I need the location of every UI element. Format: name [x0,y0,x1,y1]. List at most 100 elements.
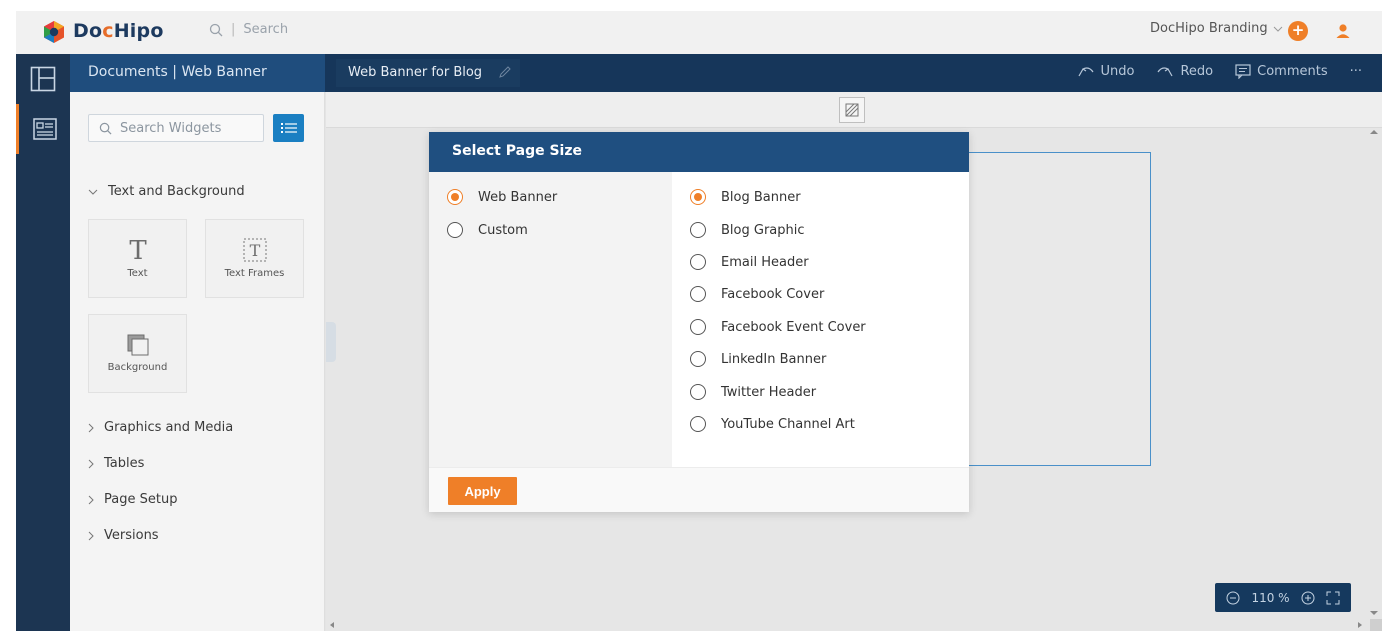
layout-panel-button[interactable] [16,54,70,104]
pencil-icon[interactable] [498,65,512,79]
text-frame-icon: T [243,238,266,262]
breadcrumb[interactable]: Documents | Web Banner [70,54,325,92]
tile-label: Background [107,362,168,373]
radio-button[interactable] [690,286,706,302]
option-label: LinkedIn Banner [721,351,827,367]
category-option-custom[interactable]: Custom [447,222,528,238]
size-option-blog-banner[interactable]: Blog Banner [690,189,801,205]
branding-label: DocHipo Branding [1150,21,1268,36]
document-page[interactable] [967,152,1151,466]
chevron-down-icon [88,189,98,195]
size-option-linkedin-banner[interactable]: LinkedIn Banner [690,351,826,367]
text-icon: T [129,238,147,262]
hatch-icon [845,103,859,117]
document-header-bar: Documents | Web Banner Web Banner for Bl… [70,54,1382,92]
size-option-twitter-header[interactable]: Twitter Header [690,384,816,400]
section-versions[interactable]: Versions [88,528,159,543]
user-avatar-icon[interactable] [1333,21,1353,41]
section-page-setup[interactable]: Page Setup [88,492,177,507]
size-option-youtube-channel-art[interactable]: YouTube Channel Art [690,416,855,432]
radio-button[interactable] [690,254,706,270]
zoom-in-icon[interactable] [1301,591,1315,605]
widget-search-input[interactable]: Search Widgets [120,121,221,136]
redo-label: Redo [1180,64,1214,79]
create-new-button[interactable]: + [1288,21,1308,41]
size-option-email-header[interactable]: Email Header [690,254,809,270]
radio-button[interactable] [690,189,706,205]
top-bar: DocHipo | Search DocHipo Branding + [16,11,1382,54]
category-option-web-banner[interactable]: Web Banner [447,189,557,205]
vertical-scrollbar[interactable] [1366,128,1382,631]
size-option-facebook-event-cover[interactable]: Facebook Event Cover [690,319,866,335]
apply-button[interactable]: Apply [448,477,517,505]
comments-button[interactable]: Comments [1235,64,1328,79]
radio-button[interactable] [447,189,463,205]
radio-button[interactable] [690,384,706,400]
svg-text:T: T [129,238,147,262]
search-icon [209,23,223,36]
chevron-right-icon [88,459,94,468]
section-label: Page Setup [104,492,178,507]
tile-label: Text [127,268,148,279]
chevron-right-icon [88,423,94,432]
list-view-button[interactable] [273,114,304,142]
section-label: Versions [104,528,159,543]
chevron-right-icon [88,531,94,540]
redo-button[interactable]: Redo [1156,64,1213,79]
radio-button[interactable] [690,416,706,432]
fullscreen-icon[interactable] [1326,591,1340,605]
size-option-facebook-cover[interactable]: Facebook Cover [690,286,824,302]
branding-dropdown[interactable]: DocHipo Branding [1150,21,1283,36]
radio-button[interactable] [690,222,706,238]
background-widget-tile[interactable]: Background [88,314,187,393]
list-icon [280,123,297,133]
page-category-list: Web Banner Custom [429,172,672,467]
section-label: Tables [104,456,145,471]
select-page-size-dialog: Select Page Size Web Banner Custom Blog … [429,132,969,512]
undo-label: Undo [1100,64,1135,79]
section-text-and-background[interactable]: Text and Background [88,184,245,199]
transparency-tool-button[interactable] [839,97,865,123]
comment-icon [1235,64,1251,79]
section-graphics-and-media[interactable]: Graphics and Media [88,420,233,435]
option-label: Web Banner [478,189,558,205]
widget-search-field[interactable]: Search Widgets [88,114,264,142]
dialog-footer: Apply [429,467,969,512]
dialog-title: Select Page Size [429,132,969,172]
search-separator: | [231,22,236,37]
widgets-panel-button[interactable] [16,104,70,154]
document-actions: Undo Redo Comments ··· [1077,64,1362,79]
redo-icon [1157,66,1173,76]
more-options-button[interactable]: ··· [1350,64,1362,79]
comments-label: Comments [1257,64,1328,79]
section-label: Graphics and Media [104,420,234,435]
dochipo-logo-icon[interactable] [42,20,66,44]
size-option-blog-graphic[interactable]: Blog Graphic [690,222,805,238]
widgets-icon [32,118,57,140]
tile-label: Text Frames [224,268,285,279]
document-title[interactable]: Web Banner for Blog [336,59,520,87]
radio-button[interactable] [447,222,463,238]
radio-button[interactable] [690,319,706,335]
radio-button[interactable] [690,351,706,367]
section-label: Text and Background [108,184,245,199]
horizontal-scrollbar[interactable] [326,619,1366,631]
global-search[interactable]: | Search [209,22,288,37]
zoom-level: 110 % [1251,590,1290,605]
canvas-toolbar [326,92,1382,128]
svg-text:T: T [249,241,260,260]
text-widget-tile[interactable]: T Text [88,219,187,298]
app-window: DocHipo | Search DocHipo Branding + Docu… [16,11,1382,631]
panel-collapse-handle[interactable] [326,322,336,362]
option-label: Facebook Event Cover [721,319,866,335]
text-frames-widget-tile[interactable]: T Text Frames [205,219,304,298]
app-logo-text: DocHipo [73,20,164,42]
zoom-control: 110 % [1215,583,1351,612]
section-tables[interactable]: Tables [88,456,144,471]
undo-button[interactable]: Undo [1077,64,1135,79]
global-search-input[interactable]: Search [243,22,288,37]
option-label: Custom [478,222,528,238]
option-label: Blog Banner [721,189,801,205]
zoom-out-icon[interactable] [1226,591,1240,605]
background-icon [127,334,148,356]
